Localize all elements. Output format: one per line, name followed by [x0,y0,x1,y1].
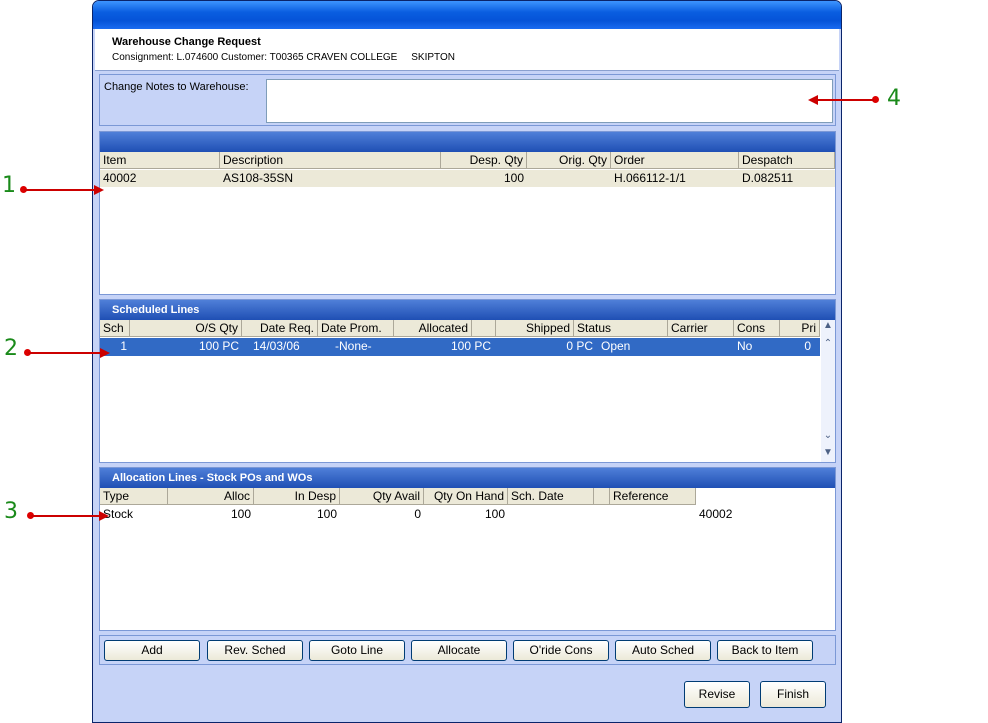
scroll-page-up-icon[interactable]: ⌃ [821,338,835,352]
col-qty-on-hand[interactable]: Qty On Hand [424,488,508,505]
allocation-lines-panel: Allocation Lines - Stock POs and WOs Typ… [99,467,836,631]
scroll-down-icon[interactable]: ▼ [821,447,835,461]
annotation-3: 3 [4,499,18,524]
annotation-1-arrowhead [94,185,104,195]
col-reference[interactable]: Reference [610,488,696,505]
col-despatch[interactable]: Despatch [739,152,835,169]
add-button[interactable]: Add [104,640,200,661]
col-date-prom[interactable]: Date Prom. [318,320,394,337]
col-description[interactable]: Description [220,152,441,169]
col-date-req[interactable]: Date Req. [242,320,318,337]
col-sch-date[interactable]: Sch. Date [508,488,594,505]
cell-qty-avail: 0 [414,507,421,521]
cell-order: H.066112-1/1 [614,171,686,185]
annotation-1-arrow [24,189,94,191]
auto-sched-button[interactable]: Auto Sched [615,640,711,661]
items-panel-header [100,132,835,152]
annotation-2: 2 [4,336,18,361]
col-item[interactable]: Item [100,152,220,169]
scrollbar[interactable]: ▲ ⌃ ⌄ ▼ [821,320,835,462]
cell-shipped: 0 PC [566,339,593,353]
annotation-3-arrowhead [99,511,109,521]
title-bar[interactable] [93,1,841,29]
col-blank[interactable] [472,320,496,337]
col-sch[interactable]: Sch [100,320,130,337]
scheduled-lines-panel: Scheduled Lines Sch O/S Qty Date Req. Da… [99,299,836,463]
annotation-4-arrowhead [808,95,818,105]
cell-status: Open [601,339,631,353]
col-alloc[interactable]: Alloc [168,488,254,505]
annotation-2-arrowhead [100,348,110,358]
annotation-4: 4 [887,86,901,111]
cell-description: AS108-35SN [223,171,294,185]
cell-qty-on-hand: 100 [484,507,505,521]
scroll-up-icon[interactable]: ▲ [821,320,835,334]
col-desp-qty[interactable]: Desp. Qty [441,152,527,169]
col-blank2[interactable] [594,488,610,505]
col-status[interactable]: Status [574,320,668,337]
notes-panel: Change Notes to Warehouse: [99,74,836,126]
col-carrier[interactable]: Carrier [668,320,734,337]
cell-type: Stock [103,507,134,521]
col-orig-qty[interactable]: Orig. Qty [527,152,611,169]
items-panel: Item Description Desp. Qty Orig. Qty Ord… [99,131,836,295]
cell-os-qty: 100 PC [198,339,239,353]
col-in-desp[interactable]: In Desp [254,488,340,505]
annotation-4-arrow [818,99,874,101]
table-row[interactable]: 40002 AS108-35SN 100 H.066112-1/1 D.0825… [100,170,835,187]
finish-button[interactable]: Finish [760,681,826,708]
cell-reference: 40002 [699,507,733,521]
annotation-3-arrow [31,515,99,517]
col-shipped[interactable]: Shipped [496,320,574,337]
cell-desp-qty: 100 [503,171,524,185]
col-os-qty[interactable]: O/S Qty [130,320,242,337]
allocate-button[interactable]: Allocate [411,640,507,661]
annotation-1: 1 [2,173,16,198]
notes-label: Change Notes to Warehouse: [104,81,249,93]
table-row[interactable]: Stock 100 100 0 100 40002 [100,506,835,523]
consignment-info: Consignment: L.074600 Customer: T00365 C… [112,52,455,63]
col-cons[interactable]: Cons [734,320,780,337]
action-button-bar: Add Rev. Sched Goto Line Allocate O'ride… [99,635,836,665]
cell-allocated: 100 PC [450,339,491,353]
cell-despatch: D.082511 [742,171,794,185]
revise-button[interactable]: Revise [684,681,750,708]
col-allocated[interactable]: Allocated [394,320,472,337]
scheduled-lines-header: Scheduled Lines [100,300,835,320]
notes-input[interactable] [266,79,833,123]
dialog-header: Warehouse Change Request Consignment: L.… [95,29,839,71]
cell-cons: No [737,339,753,353]
scroll-page-down-icon[interactable]: ⌄ [821,430,835,444]
back-to-item-button[interactable]: Back to Item [717,640,813,661]
table-row-selected[interactable]: 1 100 PC 14/03/06 -None- 100 PC 0 PC Ope… [100,338,820,356]
oride-cons-button[interactable]: O'ride Cons [513,640,609,661]
cell-pri: 0 [804,339,811,353]
cell-date-req: 14/03/06 [253,339,300,353]
annotation-2-arrow [28,352,100,354]
col-pri[interactable]: Pri [780,320,820,337]
cell-in-desp: 100 [316,507,337,521]
warehouse-change-window: Warehouse Change Request Consignment: L.… [92,0,842,723]
cell-item: 40002 [103,171,137,185]
col-type[interactable]: Type [100,488,168,505]
dialog-title: Warehouse Change Request [112,36,261,48]
col-qty-avail[interactable]: Qty Avail [340,488,424,505]
allocation-lines-header: Allocation Lines - Stock POs and WOs [100,468,835,488]
cell-alloc: 100 [230,507,251,521]
col-order[interactable]: Order [611,152,739,169]
goto-line-button[interactable]: Goto Line [309,640,405,661]
rev-sched-button[interactable]: Rev. Sched [207,640,303,661]
